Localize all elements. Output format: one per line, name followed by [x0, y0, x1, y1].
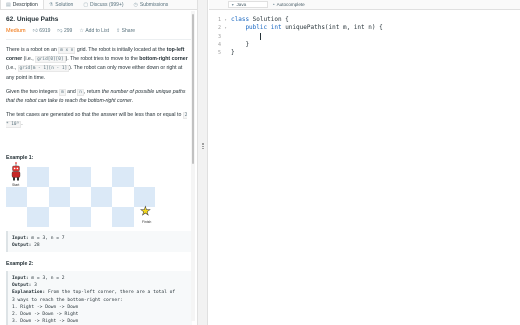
history-icon: ◷ [133, 1, 138, 8]
line-number: 5 [217, 50, 221, 57]
description-paragraph-2: Given the two integers m and n, return t… [6, 88, 186, 105]
fold-arrow-icon[interactable]: ▾ [221, 16, 230, 24]
grid-cell [27, 166, 49, 187]
problem-content: 62. Unique Paths Medium 👍︎ 6919 👎︎ 299 ☆… [0, 16, 197, 325]
grid-cell [112, 206, 134, 227]
line-number: 4 [217, 41, 221, 48]
robot-icon [11, 161, 21, 181]
grid-cell [69, 206, 92, 227]
inline-code: n [77, 88, 84, 96]
code-line: 5 } [209, 49, 520, 57]
share-icon: ⇪ [115, 28, 121, 34]
grid-cell [48, 186, 70, 207]
chevron-down-icon: ▼ [231, 2, 235, 7]
description-paragraph-1: There is a robot on an m x n grid. The r… [6, 47, 188, 81]
dislike-count: 299 [64, 28, 73, 34]
drag-handle-icon[interactable] [202, 143, 204, 149]
inline-code: m [59, 88, 66, 96]
example-2-label: Example 2: [6, 261, 34, 268]
like-count: 6919 [39, 28, 51, 34]
editor-toolbar: ▼ Java • Autocomplete [209, 0, 520, 10]
thumbs-up-icon: 👍︎ [32, 28, 38, 34]
grid-cell [133, 166, 156, 187]
example-1-label: Example 1: [6, 154, 34, 161]
finish-label: Finish [142, 219, 152, 224]
problem-panel: ▤ Description ⚗ Solution ▢ Discuss (999+… [0, 0, 197, 325]
tab-label: Description [12, 1, 38, 8]
tab-label: Discuss (999+) [90, 1, 124, 8]
inline-code: grid[0][0] [35, 56, 66, 64]
thumbs-down-icon: 👎︎ [57, 28, 63, 34]
grid-cell [6, 186, 28, 207]
grid-cell [27, 186, 49, 207]
scrollbar-thumb[interactable] [192, 14, 194, 164]
code-line: 3 [209, 32, 520, 41]
start-label: Start [12, 182, 20, 187]
tab-label: Solution [55, 1, 74, 8]
difficulty-badge: Medium [6, 28, 26, 34]
language-select[interactable]: ▼ Java [228, 1, 268, 8]
code-line: 4 } [209, 41, 520, 49]
code-line: 1 ▾ class Solution { [209, 16, 520, 24]
example-1-code: Input: m = 3, n = 7 Output: 28 [6, 230, 192, 253]
line-number: 2 [217, 25, 221, 32]
inline-code: grid[m - 1][n - 1] [17, 65, 70, 73]
add-to-list-button[interactable]: ☆ Add to List [79, 28, 109, 34]
tab-bar: ▤ Description ⚗ Solution ▢ Discuss (999+… [0, 0, 197, 10]
description-paragraph-3: The test cases are generated so that the… [6, 112, 188, 129]
dislike-button[interactable]: 👎︎ 299 [57, 28, 72, 34]
tab-label: Submissions [139, 1, 169, 8]
autocomplete-toggle[interactable]: • Autocomplete [273, 2, 305, 7]
share-button[interactable]: ⇪ Share [116, 28, 135, 34]
grid-cell [48, 206, 70, 227]
grid-cell [48, 166, 70, 187]
problem-title: 62. Unique Paths [6, 16, 59, 23]
line-number: 1 [217, 17, 221, 23]
document-icon: ▤ [6, 1, 11, 8]
grid [6, 166, 156, 227]
grid-cell [6, 206, 28, 227]
language-value: Java [236, 2, 247, 7]
tab-discuss[interactable]: ▢ Discuss (999+) [78, 0, 128, 9]
code-line: 2 ▾ public int uniquePaths(int m, int n)… [209, 24, 520, 32]
example-2-code: Input: m = 3, n = 2 Output: 3 Explanatio… [6, 271, 192, 325]
tab-solution[interactable]: ⚗ Solution [44, 0, 79, 9]
grid-cell [91, 206, 113, 227]
grid-cell [69, 166, 92, 187]
divider [6, 39, 191, 40]
text-cursor [259, 32, 261, 40]
grid-cell [91, 166, 113, 187]
like-button[interactable]: 👍︎ 6919 [33, 28, 51, 34]
share-label: Share [121, 28, 136, 34]
star-outline-icon: ☆ [79, 28, 84, 34]
chat-icon: ▢ [83, 1, 89, 8]
add-to-list-label: Add to List [85, 28, 109, 34]
fold-arrow-icon[interactable]: ▾ [221, 24, 230, 32]
grid-cell [69, 186, 92, 207]
tab-submissions[interactable]: ◷ Submissions [129, 0, 174, 9]
grid-cell [112, 186, 134, 207]
code-editor-panel: ▼ Java • Autocomplete 1 ▾ class Solution… [209, 0, 520, 325]
code-area[interactable]: 1 ▾ class Solution { 2 ▾ public int uniq… [209, 10, 520, 57]
problem-meta: Medium 👍︎ 6919 👎︎ 299 ☆ Add to List ⇪ Sh… [6, 28, 191, 34]
pane-resizer[interactable] [197, 0, 208, 325]
example-grid-image: Start ★ Finish [6, 161, 156, 227]
grid-cell [91, 186, 113, 207]
inline-code: m x n [58, 47, 76, 54]
star-icon: ★ [140, 203, 151, 218]
grid-cell [27, 206, 49, 227]
line-number: 3 [217, 33, 221, 40]
grid-cell [112, 166, 134, 187]
autocomplete-label: Autocomplete [276, 2, 305, 7]
autocomplete-icon: • [273, 2, 275, 7]
flask-icon: ⚗ [48, 1, 54, 8]
tab-description[interactable]: ▤ Description [0, 0, 44, 9]
